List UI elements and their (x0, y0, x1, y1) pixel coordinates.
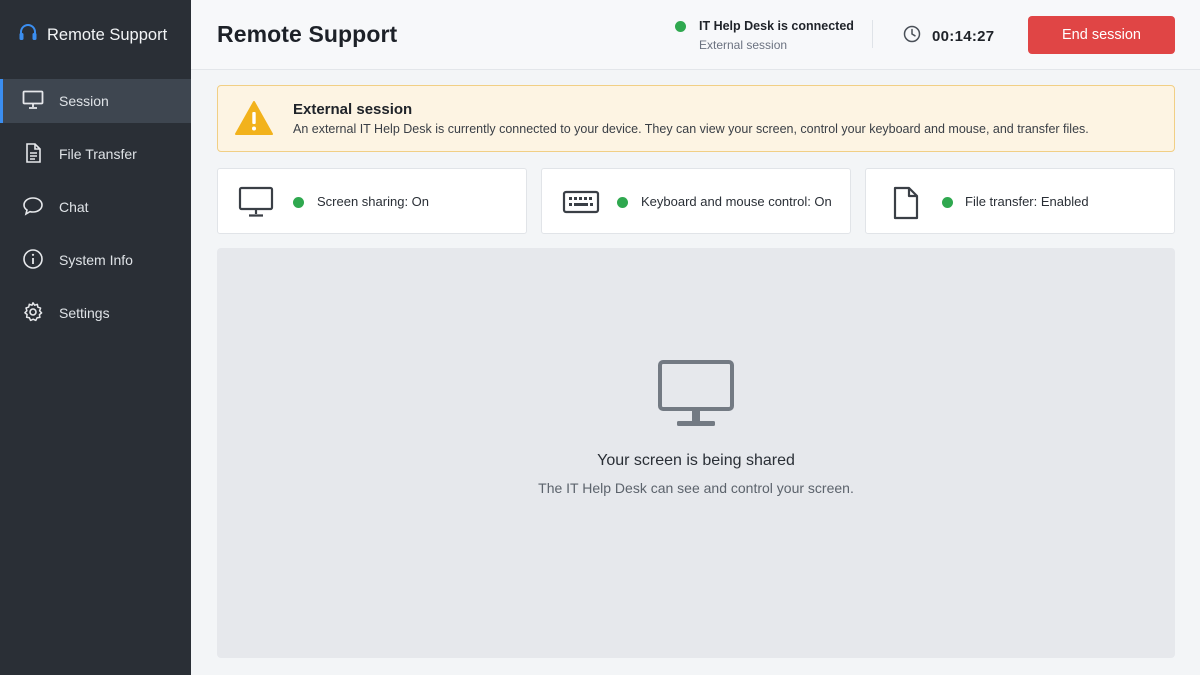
sidebar-item-label: Chat (59, 199, 89, 215)
alert-message: An external IT Help Desk is currently co… (293, 122, 1089, 136)
brand-name: Remote Support (47, 25, 168, 44)
sidebar-item-label: Settings (59, 305, 110, 321)
connection-subtitle: External session (699, 38, 788, 52)
status-label: File transfer: Enabled (965, 194, 1089, 209)
connected-status-dot (675, 21, 686, 32)
timer-value: 00:14:27 (932, 28, 995, 45)
sidebar-item-settings[interactable]: Settings (0, 291, 191, 335)
status-dot (942, 197, 953, 208)
sidebar-item-file-transfer[interactable]: File Transfer (0, 132, 191, 176)
monitor-icon (238, 186, 274, 223)
end-session-button[interactable]: End session (1028, 16, 1175, 54)
chat-bubble-icon (22, 195, 44, 220)
header: Remote Support IT Help Desk is connected… (191, 0, 1200, 70)
sidebar-item-label: File Transfer (59, 146, 137, 162)
sidebar-nav: Session File Transfer Chat System Info S… (0, 79, 191, 344)
connection-title: IT Help Desk is connected (699, 19, 854, 33)
sidebar: Remote Support Session File Transfer Cha… (0, 0, 191, 675)
sidebar-item-session[interactable]: Session (0, 79, 191, 123)
sidebar-item-label: Session (59, 93, 109, 109)
share-title: Your screen is being shared (597, 452, 795, 469)
monitor-icon (658, 360, 734, 433)
status-dot (617, 197, 628, 208)
keyboard-icon (562, 186, 600, 223)
info-icon (22, 248, 44, 273)
alert-title: External session (293, 101, 413, 118)
external-session-alert: External session An external IT Help Des… (217, 85, 1175, 152)
warning-icon (234, 100, 274, 141)
file-icon (892, 186, 920, 225)
status-card-screen-sharing: Screen sharing: On (217, 168, 527, 234)
screen-share-panel: Your screen is being shared The IT Help … (217, 248, 1175, 658)
session-timer: 00:14:27 (903, 25, 994, 48)
status-card-keyboard-mouse: Keyboard and mouse control: On (541, 168, 851, 234)
share-subtitle: The IT Help Desk can see and control you… (538, 480, 854, 496)
headset-icon (18, 23, 38, 48)
gear-icon (22, 301, 44, 326)
status-label: Screen sharing: On (317, 194, 430, 209)
header-divider (872, 20, 873, 48)
sidebar-item-system-info[interactable]: System Info (0, 238, 191, 282)
sidebar-item-chat[interactable]: Chat (0, 185, 191, 229)
status-card-file-transfer: File transfer: Enabled (865, 168, 1175, 234)
monitor-icon (22, 90, 44, 113)
brand: Remote Support (18, 22, 167, 48)
document-icon (22, 142, 44, 167)
status-dot (293, 197, 304, 208)
page-title: Remote Support (217, 21, 398, 47)
clock-icon (903, 25, 921, 48)
status-label: Keyboard and mouse control: On (641, 194, 832, 209)
sidebar-item-label: System Info (59, 252, 133, 268)
